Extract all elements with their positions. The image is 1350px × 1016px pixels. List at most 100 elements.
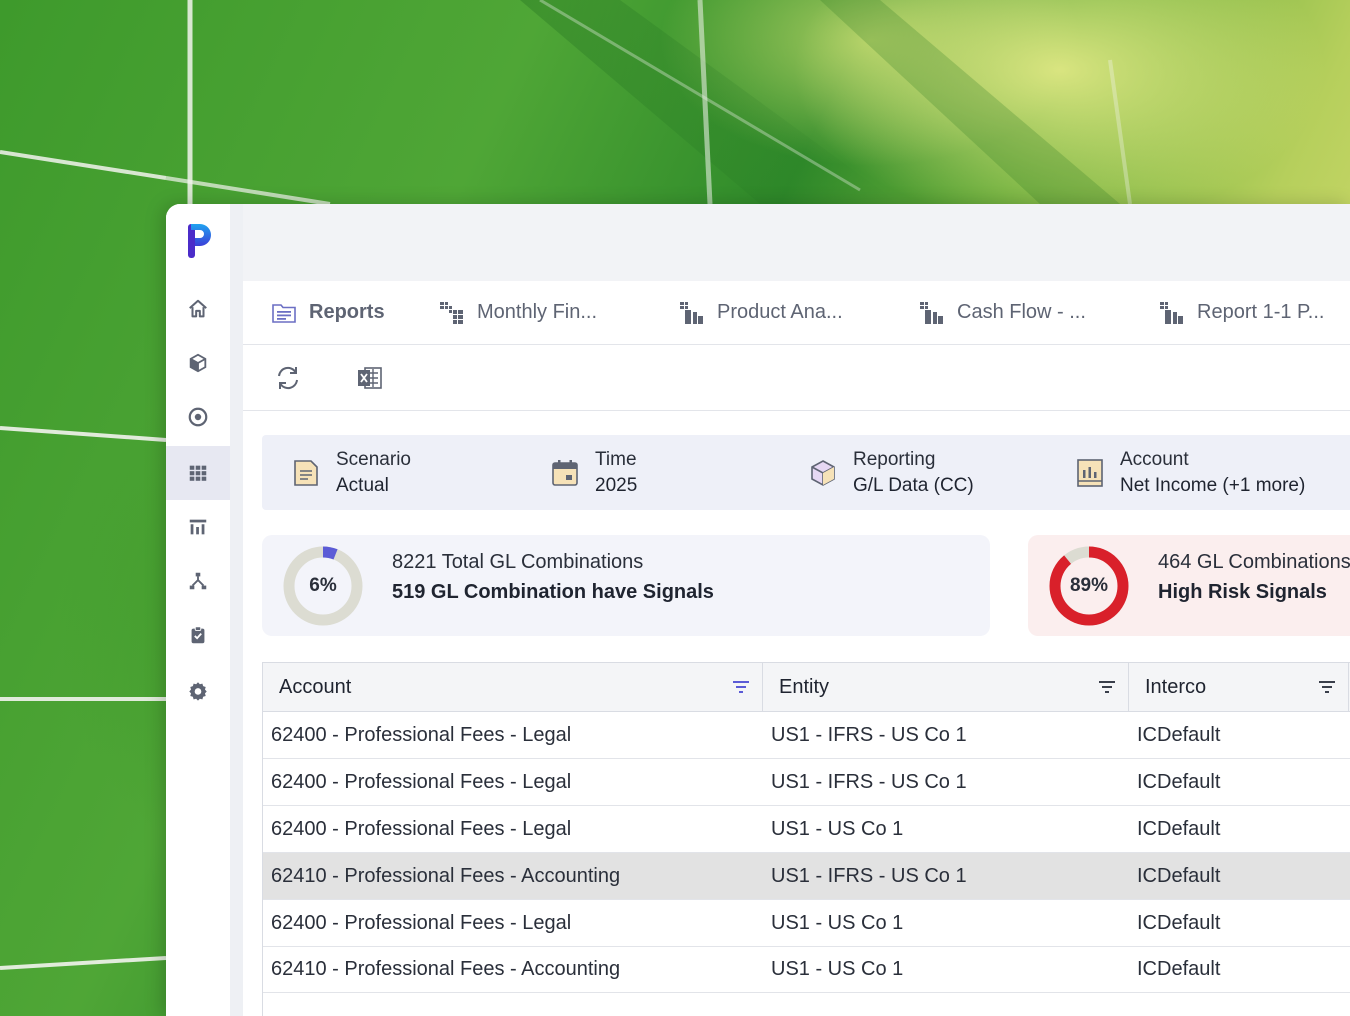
cube-icon (189, 353, 207, 373)
report-chart-icon (189, 519, 207, 535)
total-combinations-text: 8221 Total GL Combinations (392, 551, 644, 573)
filter-label: Scenario (336, 448, 411, 470)
cell-account: 62400 - Professional Fees - Legal (271, 911, 572, 934)
cell-interco: ICDefault (1137, 911, 1221, 934)
grid-report-icon (1160, 301, 1183, 324)
grid-report-icon (440, 301, 463, 324)
grid-report-icon (920, 301, 943, 324)
column-header-interco[interactable]: Interco (1129, 663, 1349, 711)
cell-account: 62400 - Professional Fees - Legal (271, 723, 572, 746)
filter-time[interactable]: Time 2025 (549, 435, 637, 510)
sidebar-item-reports[interactable] (166, 500, 230, 554)
filter-icon[interactable] (1098, 679, 1116, 695)
app-logo (188, 224, 211, 258)
cell-entity: US1 - IFRS - US Co 1 (771, 723, 967, 746)
cell-entity: US1 - IFRS - US Co 1 (771, 864, 967, 887)
filter-bar: Scenario Actual Time 2025 Reporting G/L … (262, 435, 1350, 510)
tab-label: Cash Flow - ... (957, 301, 1086, 323)
hierarchy-icon (189, 572, 207, 590)
header-band (243, 204, 1350, 282)
filter-reporting[interactable]: Reporting G/L Data (CC) (807, 435, 974, 510)
tab-monthly-fin[interactable]: Monthly Fin... (439, 281, 597, 344)
cell-interco: ICDefault (1137, 817, 1221, 840)
filter-account[interactable]: Account Net Income (+1 more) (1074, 435, 1305, 510)
target-icon (188, 407, 208, 427)
cell-account: 62410 - Professional Fees - Accounting (271, 957, 621, 980)
ledger-icon (1077, 458, 1103, 487)
cell-entity: US1 - US Co 1 (771, 911, 904, 934)
tab-label: Monthly Fin... (477, 301, 598, 323)
gear-icon (189, 682, 207, 701)
tab-cash-flow[interactable]: Cash Flow - ... (919, 281, 1086, 344)
sidebar-item-home[interactable] (166, 282, 230, 336)
document-icon (294, 459, 318, 486)
cube-icon (811, 459, 835, 486)
refresh-icon (278, 366, 298, 390)
tab-bar: Reports Monthly Fin... Product Ana... Ca… (243, 281, 1350, 345)
risk-percent: 89% (1069, 575, 1109, 596)
tab-product-ana[interactable]: Product Ana... (679, 281, 843, 344)
cell-interco: ICDefault (1137, 723, 1221, 746)
column-title: Account (279, 675, 352, 698)
refresh-button[interactable] (271, 361, 305, 395)
filter-label: Account (1120, 448, 1189, 470)
table-row[interactable]: 62410 - Professional Fees - Accounting U… (263, 946, 1350, 993)
column-header-entity[interactable]: Entity (763, 663, 1129, 711)
sidebar-item-hierarchy[interactable] (166, 554, 230, 608)
table-row[interactable]: 62400 - Professional Fees - Legal US1 - … (263, 806, 1350, 853)
filter-value: Net Income (+1 more) (1120, 474, 1306, 496)
column-header-account[interactable]: Account (263, 663, 763, 711)
cell-account: 62400 - Professional Fees - Legal (271, 817, 572, 840)
report-folder-icon (272, 303, 296, 323)
tab-label: Report 1-1 P... (1197, 301, 1325, 323)
signals-combinations-text: 519 GL Combination have Signals (392, 581, 714, 603)
table-header: Account Entity Interco (263, 663, 1350, 712)
sidebar-item-target[interactable] (166, 390, 230, 444)
sidebar-item-tasks[interactable] (166, 608, 230, 662)
sidebar-scroll-gutter (230, 204, 244, 1016)
tab-label: Product Ana... (717, 301, 843, 323)
sidebar-item-settings[interactable] (166, 664, 230, 718)
table-row[interactable]: 62400 - Professional Fees - Legal US1 - … (263, 712, 1350, 759)
tab-reports[interactable]: Reports (271, 281, 385, 344)
signals-table: Account Entity Interco 62400 - Professio… (262, 662, 1350, 1016)
signals-percent: 6% (309, 575, 337, 596)
table-row[interactable]: 62400 - Professional Fees - Legal US1 - … (263, 759, 1350, 806)
excel-export-button[interactable] (353, 361, 387, 395)
high-risk-text: High Risk Signals (1158, 581, 1327, 603)
toolbar (243, 345, 1350, 411)
column-title: Entity (779, 675, 830, 698)
tab-report-1-1[interactable]: Report 1-1 P... (1159, 281, 1324, 344)
cell-account: 62400 - Professional Fees - Legal (271, 770, 572, 793)
sidebar (166, 204, 231, 1016)
table-row[interactable]: 62400 - Professional Fees - Legal US1 - … (263, 900, 1350, 947)
main-area: Reports Monthly Fin... Product Ana... Ca… (243, 204, 1350, 1016)
cell-entity: US1 - US Co 1 (771, 957, 904, 980)
table-row-selected[interactable]: 62410 - Professional Fees - Accounting U… (263, 853, 1350, 900)
calendar-icon (552, 459, 578, 486)
cell-entity: US1 - IFRS - US Co 1 (771, 770, 967, 793)
home-icon (189, 299, 207, 318)
cell-account: 62410 - Professional Fees - Accounting (271, 864, 621, 887)
filter-value: Actual (336, 474, 389, 496)
risk-combinations-text: 464 GL Combinations (1158, 551, 1350, 573)
tab-label: Reports (309, 301, 385, 323)
cell-interco: ICDefault (1137, 770, 1221, 793)
cell-interco: ICDefault (1137, 957, 1221, 980)
sidebar-item-grid[interactable] (166, 446, 230, 500)
column-title: Interco (1145, 675, 1207, 698)
filter-icon[interactable] (1318, 679, 1336, 695)
grid-icon (189, 465, 207, 481)
filter-scenario[interactable]: Scenario Actual (290, 435, 411, 510)
app-window: Reports Monthly Fin... Product Ana... Ca… (166, 204, 1350, 1016)
gl-combinations-card[interactable]: 6% 8221 Total GL Combinations 519 GL Com… (262, 535, 990, 636)
filter-value: 2025 (595, 474, 638, 496)
filter-active-icon[interactable] (732, 679, 750, 695)
filter-label: Reporting (853, 448, 936, 470)
filter-label: Time (595, 448, 637, 470)
cell-interco: ICDefault (1137, 864, 1221, 887)
filter-value: G/L Data (CC) (853, 474, 974, 496)
high-risk-card[interactable]: 89% 464 GL Combinations High Risk Signal… (1028, 535, 1350, 636)
clipboard-check-icon (191, 626, 205, 644)
sidebar-item-cube[interactable] (166, 336, 230, 390)
